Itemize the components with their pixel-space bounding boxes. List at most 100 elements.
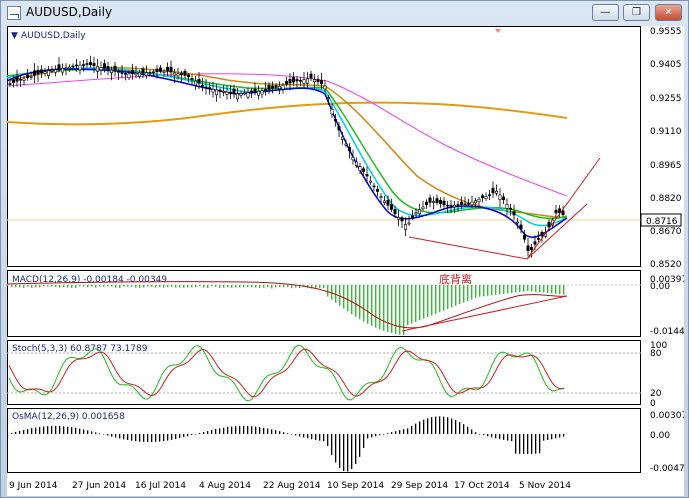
osma-bar <box>443 416 445 434</box>
osma-bar <box>527 434 529 454</box>
minimize-button[interactable]: — <box>592 4 619 21</box>
candle-body <box>92 63 96 67</box>
candle-body <box>148 71 152 74</box>
osma-bar <box>51 426 53 434</box>
candle-body <box>124 73 128 75</box>
macd-bar <box>419 285 421 321</box>
macd-bar <box>191 285 193 288</box>
candle-body <box>526 245 530 252</box>
candle-body <box>557 208 561 213</box>
candle-body <box>25 74 29 78</box>
macd-bar <box>139 285 141 288</box>
osma-bar <box>239 426 241 434</box>
candle-body <box>57 64 61 70</box>
candle-body <box>456 204 460 206</box>
price-label: 0.8820 <box>650 194 682 204</box>
close-button[interactable]: ✕ <box>655 4 682 21</box>
osma-bar <box>11 432 13 434</box>
price-label: 0.9255 <box>650 94 682 104</box>
macd-bar <box>171 285 173 287</box>
price-label: 0.8965 <box>650 161 682 171</box>
candle-body <box>246 92 250 98</box>
osma-bar <box>275 430 277 434</box>
macd-bar <box>135 285 137 288</box>
candle-body <box>12 79 16 83</box>
main-triangle-icon: ▼ <box>11 31 18 41</box>
osma-bar <box>539 434 541 454</box>
candle-body <box>449 204 453 207</box>
osma-bar <box>271 429 273 434</box>
macd-bar <box>199 285 201 287</box>
candle-body <box>117 70 121 73</box>
osma-bar <box>159 434 161 442</box>
candle-body <box>477 198 481 203</box>
candle-body <box>263 89 267 91</box>
candle-body <box>71 65 75 68</box>
macd-bar <box>247 285 249 288</box>
osma-bar <box>279 431 281 434</box>
ma-cyan-line <box>6 67 568 227</box>
osma-bar <box>255 426 257 434</box>
macd-bar <box>255 285 257 288</box>
macd-bar <box>499 285 501 295</box>
osma-bar <box>91 431 93 434</box>
candle-body <box>36 69 40 75</box>
macd-bar <box>279 285 281 288</box>
osma-bar <box>163 434 165 442</box>
candle-body <box>197 79 201 84</box>
osma-bar <box>535 434 537 454</box>
osma-bar <box>403 429 405 434</box>
osma-bar <box>103 434 105 435</box>
macd-bar <box>439 285 441 313</box>
chart-svg[interactable]: ▼ AUDUSD,Daily MACD(12,26,9) -0.00184 -0… <box>6 26 689 496</box>
candle-body <box>131 69 135 74</box>
restore-button[interactable]: ❐ <box>623 4 650 21</box>
macd-bar <box>159 285 161 288</box>
chart-canvas[interactable]: ▼ AUDUSD,Daily MACD(12,26,9) -0.00184 -0… <box>6 26 689 496</box>
macd-bar <box>63 285 65 288</box>
macd-scale-label: -0.0144 <box>650 327 684 337</box>
candle-body <box>501 196 505 200</box>
macd-bar <box>455 285 457 306</box>
macd-bar <box>151 285 153 287</box>
price-label: 0.9405 <box>650 60 682 70</box>
macd-bar <box>323 285 325 289</box>
macd-bar <box>435 285 437 314</box>
candle-body <box>32 70 36 76</box>
osma-bar <box>83 429 85 434</box>
candle-body <box>407 222 411 225</box>
candle-body <box>152 71 156 74</box>
title-bar[interactable]: AUDUSD,Daily — ❐ ✕ <box>1 1 688 25</box>
candle-body <box>498 194 502 200</box>
candle-body <box>522 234 526 240</box>
osma-bar <box>55 426 57 434</box>
macd-bar <box>551 285 553 294</box>
osma-bar <box>451 418 453 434</box>
macd-bar <box>507 285 509 294</box>
osma-label: OsMA(12,26,9) 0.001658 <box>12 412 125 422</box>
osma-bar <box>195 434 197 435</box>
current-price-label: 0.8716 <box>646 217 678 227</box>
macd-bar <box>495 285 497 295</box>
osma-bar <box>227 427 229 434</box>
candle-body <box>442 200 446 206</box>
shift-marker-icon <box>495 29 501 33</box>
osma-bar <box>263 427 265 434</box>
candle-body <box>22 78 26 81</box>
date-label: 27 Jun 2014 <box>72 481 126 491</box>
stoch-signal-line <box>8 348 565 398</box>
osma-bar <box>35 427 37 434</box>
candle-body <box>159 67 163 72</box>
osma-bar <box>507 434 509 441</box>
osma-bar <box>191 434 193 436</box>
candle-body <box>494 190 498 194</box>
osma-bar <box>71 427 73 434</box>
macd-bar <box>155 285 157 288</box>
macd-bar <box>563 285 565 295</box>
macd-bar <box>327 285 329 297</box>
candle-body <box>340 136 344 140</box>
candle-body <box>274 85 278 88</box>
osma-bar <box>15 431 17 434</box>
candle-body <box>459 201 463 205</box>
macd-bar <box>27 285 29 287</box>
